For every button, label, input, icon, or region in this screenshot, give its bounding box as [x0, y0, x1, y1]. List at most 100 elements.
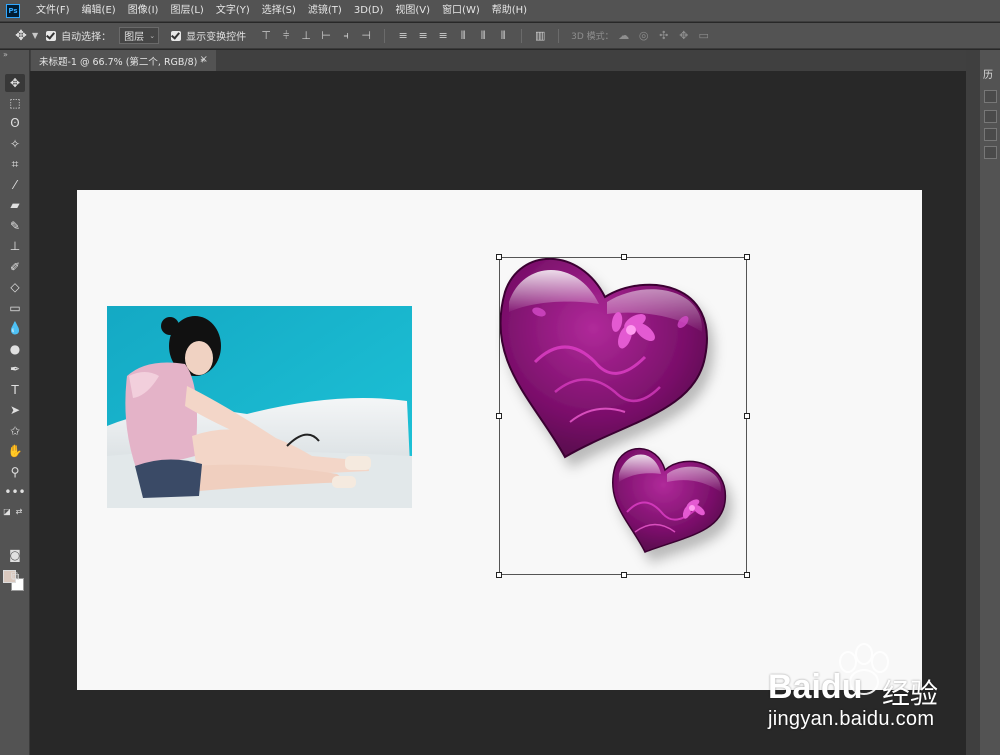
3d-pan-icon[interactable]: ✣ — [656, 28, 672, 44]
path-selection-tool-icon[interactable]: ➤ — [5, 401, 25, 419]
gradient-tool-icon[interactable]: ▭ — [5, 299, 25, 317]
stamp-tool-icon[interactable]: ⊥ — [5, 237, 25, 255]
right-panel-strip: 历 — [980, 50, 1000, 755]
auto-align-icon[interactable]: ▥ — [532, 28, 548, 44]
menu-3d[interactable]: 3D(D) — [348, 0, 390, 22]
distribute-hcenter-icon[interactable]: ⦀ — [475, 28, 491, 44]
eraser-tool-icon[interactable]: ◇ — [5, 278, 25, 296]
transform-handle-top-left[interactable] — [496, 254, 502, 260]
show-transform-checkbox[interactable] — [171, 30, 182, 41]
transform-handle-left[interactable] — [496, 413, 502, 419]
auto-select-label: 自动选择： — [61, 32, 112, 43]
move-tool-icon[interactable]: ✥ — [5, 74, 25, 92]
divider — [558, 28, 560, 43]
menu-view[interactable]: 视图(V) — [389, 0, 436, 22]
distribute-bottom-icon[interactable]: ≡ — [435, 28, 451, 44]
transform-handle-bottom[interactable] — [621, 572, 627, 578]
3d-slide-icon[interactable]: ✥ — [676, 28, 692, 44]
panel-grip-icon[interactable]: » — [0, 50, 29, 72]
menu-type[interactable]: 文字(Y) — [210, 0, 256, 22]
pen-tool-icon[interactable]: ✒ — [5, 360, 25, 378]
auto-select-checkbox[interactable] — [46, 30, 57, 41]
menu-image[interactable]: 图像(I) — [122, 0, 165, 22]
watermark-brand: Baidu — [768, 668, 862, 707]
align-top-icon[interactable]: ⊤ — [258, 28, 274, 44]
watermark-brand-suffix: du — [820, 668, 863, 706]
close-icon[interactable]: × — [200, 54, 208, 65]
panel-icon[interactable] — [984, 146, 997, 159]
document-canvas[interactable] — [77, 190, 922, 690]
align-bottom-icon[interactable]: ⊥ — [298, 28, 314, 44]
auto-select-value: 图层 — [124, 32, 145, 43]
history-brush-tool-icon[interactable]: ✐ — [5, 258, 25, 276]
healing-brush-tool-icon[interactable]: ▰ — [5, 196, 25, 214]
default-colors-icon[interactable]: ◪ — [2, 502, 12, 520]
3d-scale-icon[interactable]: ▭ — [696, 28, 712, 44]
transform-handle-right[interactable] — [744, 413, 750, 419]
type-tool-icon[interactable]: T — [5, 381, 25, 399]
swap-colors-icon[interactable]: ⇄ — [14, 502, 24, 520]
transform-bounding-box[interactable] — [496, 254, 750, 578]
menu-window[interactable]: 窗口(W) — [436, 0, 486, 22]
3d-orbit-icon[interactable]: ☁ — [616, 28, 632, 44]
transform-handle-top[interactable] — [621, 254, 627, 260]
brush-tool-icon[interactable]: ✎ — [5, 217, 25, 235]
align-vcenter-icon[interactable]: ⫩ — [278, 28, 294, 44]
blur-tool-icon[interactable]: 💧 — [5, 319, 25, 337]
divider — [521, 28, 523, 43]
distribute-right-icon[interactable]: ⦀ — [495, 28, 511, 44]
panel-icon[interactable] — [984, 128, 997, 141]
distribute-top-icon[interactable]: ≡ — [395, 28, 411, 44]
hand-tool-icon[interactable]: ✋ — [5, 442, 25, 460]
auto-select-dropdown[interactable]: 图层 ⌄ — [119, 27, 160, 44]
divider — [384, 28, 386, 43]
options-bar: ✥ ▼ 自动选择： 图层 ⌄ 显示变换控件 ⊤ ⫩ ⊥ ⊢ ⫞ ⊣ ≡ ≡ ≡ … — [0, 23, 1000, 49]
marquee-tool-icon[interactable]: ⬚ — [5, 94, 25, 112]
menu-file[interactable]: 文件(F) — [30, 0, 76, 22]
more-tools-icon[interactable]: ••• — [4, 483, 25, 501]
3d-mode-label: 3D 模式： — [571, 32, 614, 42]
menu-bar: Ps 文件(F) 编辑(E) 图像(I) 图层(L) 文字(Y) 选择(S) 滤… — [0, 0, 1000, 22]
show-transform-label: 显示变换控件 — [186, 32, 247, 43]
document-tab[interactable]: 未标题-1 @ 66.7% (第二个, RGB/8) * × — [31, 50, 216, 71]
menu-help[interactable]: 帮助(H) — [486, 0, 533, 22]
quick-mask-icon[interactable]: ◙ — [5, 546, 25, 564]
document-tab-title: 未标题-1 @ 66.7% (第二个, RGB/8) * — [39, 56, 206, 68]
brush-settings-icon[interactable] — [984, 90, 997, 103]
align-left-icon[interactable]: ⊢ — [318, 28, 334, 44]
crop-tool-icon[interactable]: ⌗ — [5, 155, 25, 173]
transform-handle-bottom-right[interactable] — [744, 572, 750, 578]
screen-mode-icon[interactable]: ⧉ — [5, 567, 25, 585]
align-buttons: ⊤ ⫩ ⊥ ⊢ ⫞ ⊣ ≡ ≡ ≡ ⦀ ⦀ ⦀ ▥ — [256, 28, 567, 44]
chevron-down-icon[interactable]: ▼ — [32, 31, 38, 40]
watermark-cn: 经验 — [882, 677, 939, 710]
photo-layer[interactable] — [107, 306, 412, 508]
lasso-tool-icon[interactable]: ʘ — [5, 114, 25, 132]
3d-roll-icon[interactable]: ◎ — [636, 28, 652, 44]
photoshop-logo-icon: Ps — [6, 3, 20, 18]
transform-handle-bottom-left[interactable] — [496, 572, 502, 578]
menu-edit[interactable]: 编辑(E) — [76, 0, 122, 22]
menu-filter[interactable]: 滤镜(T) — [302, 0, 348, 22]
photo-image — [107, 306, 412, 508]
distribute-left-icon[interactable]: ⦀ — [455, 28, 471, 44]
menu-layer[interactable]: 图层(L) — [164, 0, 209, 22]
dodge-tool-icon[interactable]: ● — [5, 340, 25, 358]
move-tool-preset-icon[interactable]: ✥ — [12, 27, 30, 45]
zoom-tool-icon[interactable]: ⚲ — [5, 463, 25, 481]
magic-wand-tool-icon[interactable]: ✧ — [5, 135, 25, 153]
align-right-icon[interactable]: ⊣ — [358, 28, 374, 44]
chevron-down-icon: ⌄ — [149, 31, 156, 40]
distribute-vcenter-icon[interactable]: ≡ — [415, 28, 431, 44]
eyedropper-tool-icon[interactable]: ⁄ — [5, 176, 25, 194]
tools-panel: » ✥ ⬚ ʘ ✧ ⌗ ⁄ ▰ ✎ ⊥ ✐ ◇ ▭ 💧 ● ✒ T ➤ ✩ ✋ … — [0, 50, 30, 755]
align-hcenter-icon[interactable]: ⫞ — [338, 28, 354, 44]
document-tab-bar: 未标题-1 @ 66.7% (第二个, RGB/8) * × — [30, 50, 966, 71]
watermark-url: jingyan.baidu.com — [768, 708, 935, 730]
watermark-brand-text: Bai — [768, 668, 821, 706]
transform-handle-top-right[interactable] — [744, 254, 750, 260]
history-panel-label[interactable]: 历 — [983, 66, 993, 81]
shape-tool-icon[interactable]: ✩ — [5, 422, 25, 440]
panel-icon[interactable] — [984, 110, 997, 123]
menu-select[interactable]: 选择(S) — [256, 0, 302, 22]
